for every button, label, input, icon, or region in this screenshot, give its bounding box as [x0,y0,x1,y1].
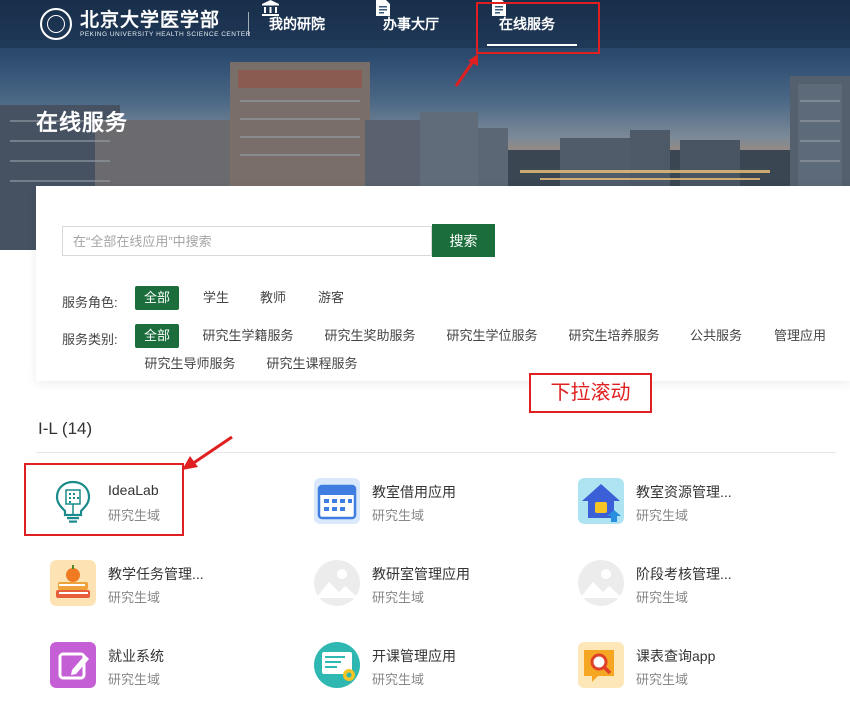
role-chip-teacher[interactable]: 教师 [253,286,293,310]
nav-service-hall[interactable]: 办事大厅 [376,0,439,48]
nav-my-research[interactable]: 我的研院 [262,0,325,48]
app-name: 开课管理应用 [372,648,456,664]
category-chip-public[interactable]: 公共服务 [684,324,748,348]
image-placeholder-icon [314,560,360,606]
category-chip-courses[interactable]: 研究生课程服务 [260,352,364,376]
logo-english-name: PEKING UNIVERSITY HEALTH SCIENCE CENTER [80,31,251,38]
annotation-arrow-icon [454,54,478,87]
filter-card: 搜索 服务角色: 全部 学生 教师 游客 服务类别: 全部 研究生学籍服务 研究… [36,186,850,381]
app-name: 教研室管理应用 [372,566,470,582]
app-name: 教学任务管理... [108,566,204,582]
category-chip-scholarship[interactable]: 研究生奖助服务 [318,324,422,348]
role-chip-visitor[interactable]: 游客 [311,286,351,310]
annotation-highlight-app [24,463,184,536]
app-name: 课表查询app [636,648,716,664]
annotation-highlight-nav [476,2,600,54]
search-button[interactable]: 搜索 [432,224,495,257]
search-input[interactable] [62,226,432,256]
page-title: 在线服务 [36,110,129,135]
role-chip-student[interactable]: 学生 [196,286,236,310]
group-divider [36,452,836,453]
logo-chinese-name: 北京大学医学部 [80,9,221,31]
app-name: 教室资源管理... [636,484,732,500]
app-domain: 研究生域 [636,508,689,523]
app-domain: 研究生域 [372,590,425,605]
house-icon [578,478,624,524]
books-icon [50,560,96,606]
app-item-employment[interactable]: 就业系统 研究生域 [50,638,300,694]
presentation-icon [314,642,360,688]
app-domain: 研究生域 [108,590,161,605]
app-item-course-opening[interactable]: 开课管理应用 研究生域 [314,638,564,694]
app-item-classroom-booking[interactable]: 教室借用应用 研究生域 [314,474,564,530]
app-domain: 研究生域 [636,590,689,605]
category-chip-degree[interactable]: 研究生学位服务 [440,324,544,348]
image-placeholder-icon [578,560,624,606]
logo-divider [248,12,249,36]
category-chip-management[interactable]: 管理应用 [768,324,832,348]
app-item-stage-assessment[interactable]: 阶段考核管理... 研究生域 [578,556,828,612]
nav-my-research-label: 我的研院 [269,16,325,32]
annotation-arrow-icon [182,435,233,470]
app-item-classroom-resources[interactable]: 教室资源管理... 研究生域 [578,474,828,530]
group-title: I-L (14) [38,419,93,438]
app-item-teaching-office[interactable]: 教研室管理应用 研究生域 [314,556,564,612]
nav-service-hall-label: 办事大厅 [383,16,439,32]
category-filter-label: 服务类别: [62,332,118,347]
category-chip-supervisor[interactable]: 研究生导师服务 [138,352,242,376]
app-item-timetable-query[interactable]: 课表查询app 研究生域 [578,638,828,694]
app-domain: 研究生域 [108,672,161,687]
app-domain: 研究生域 [372,508,425,523]
role-filter-label: 服务角色: [62,295,118,310]
calendar-icon [314,478,360,524]
app-domain: 研究生域 [372,672,425,687]
category-chip-enrollment[interactable]: 研究生学籍服务 [196,324,300,348]
app-name: 就业系统 [108,648,164,664]
app-name: 教室借用应用 [372,484,456,500]
app-domain: 研究生域 [636,672,689,687]
search-document-icon [578,642,624,688]
role-chip-all[interactable]: 全部 [135,286,179,310]
site-logo[interactable]: 北京大学医学部 PEKING UNIVERSITY HEALTH SCIENCE… [40,7,251,41]
annotation-scroll-hint: 下拉滚动 [529,373,652,413]
category-chip-training[interactable]: 研究生培养服务 [562,324,666,348]
category-chip-all[interactable]: 全部 [135,324,179,348]
app-item-teaching-tasks[interactable]: 教学任务管理... 研究生域 [50,556,300,612]
app-name: 阶段考核管理... [636,566,732,582]
university-seal-icon [40,8,72,40]
edit-icon [50,642,96,688]
